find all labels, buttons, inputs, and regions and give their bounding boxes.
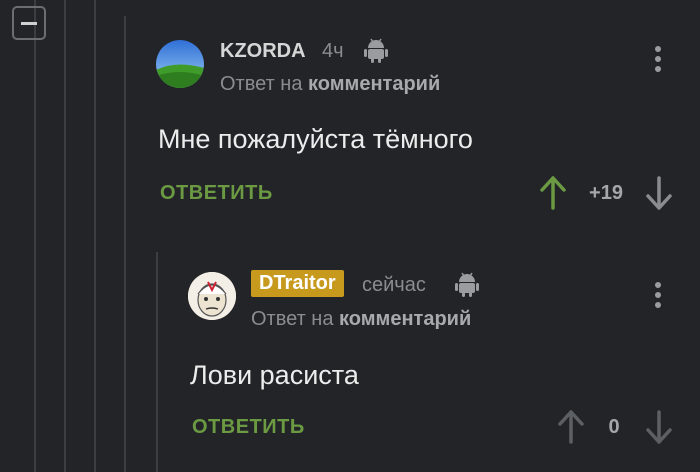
reply-button[interactable]: ОТВЕТИТЬ [160,182,273,205]
thread-line [124,16,126,472]
arrow-up-icon[interactable] [558,410,584,444]
timestamp: сейчас [362,274,426,296]
arrow-down-icon[interactable] [646,176,672,210]
kebab-menu-icon[interactable] [655,282,663,312]
android-icon [455,272,479,297]
avatar[interactable] [156,40,204,88]
android-icon [364,38,388,63]
author-name[interactable]: DTraitor [251,270,344,297]
author-name[interactable]: KZORDA [220,40,306,63]
thread-line [34,0,36,472]
arrow-down-icon[interactable] [646,410,672,444]
thread-line [94,0,96,472]
reply-target-link[interactable]: комментарий [339,308,471,330]
reply-to-line: Ответ на комментарий [251,308,471,331]
avatar[interactable] [188,272,236,320]
reply-button[interactable]: ОТВЕТИТЬ [192,416,305,439]
comment-text: Лови расиста [190,360,359,390]
score: +19 [589,182,623,204]
thread-line [156,252,158,472]
arrow-up-icon[interactable] [540,176,566,210]
kebab-menu-icon[interactable] [655,46,663,76]
comment-text: Мне пожалуйста тёмного [158,124,473,154]
timestamp: 4ч [322,40,344,62]
collapse-thread-button[interactable] [12,6,46,40]
reply-prefix: Ответ на [220,73,303,95]
collapse-icon [21,21,37,25]
reply-to-line: Ответ на комментарий [220,73,440,96]
score: 0 [608,416,620,438]
reply-target-link[interactable]: комментарий [308,73,440,95]
reply-prefix: Ответ на [251,308,334,330]
thread-line [64,0,66,472]
